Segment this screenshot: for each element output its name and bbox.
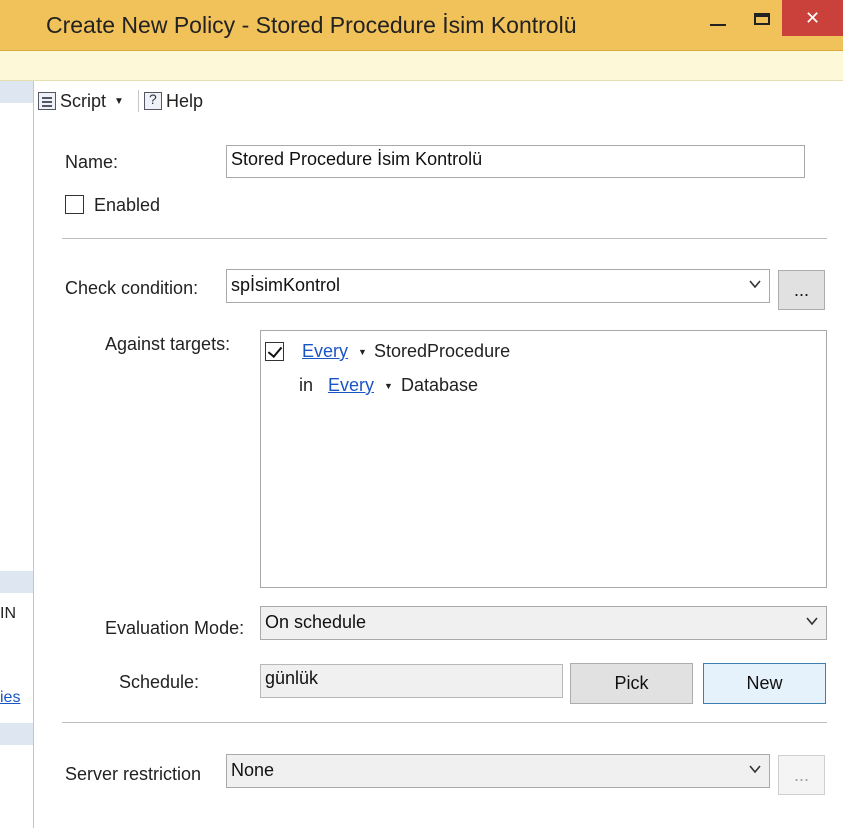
left-pane: IN ies (0, 81, 34, 828)
target-object-1: StoredProcedure (374, 341, 511, 361)
title-bar[interactable]: Create New Policy - Stored Procedure İsi… (0, 0, 843, 51)
chevron-down-icon (806, 615, 818, 627)
divider (62, 238, 827, 239)
left-pane-section-header (0, 571, 33, 593)
help-icon (144, 91, 162, 110)
name-label: Name: (65, 152, 119, 172)
target-checkbox[interactable] (265, 342, 284, 361)
enabled-checkbox[interactable] (65, 195, 84, 214)
server-restriction-browse-button[interactable]: ... (778, 755, 825, 795)
target-object-2: Database (401, 375, 479, 395)
caret-down-icon[interactable]: ▼ (384, 381, 393, 391)
server-restriction-value: None (231, 760, 275, 780)
server-browse-label: ... (793, 764, 809, 785)
script-label: Script (60, 90, 107, 111)
server-restriction-label: Server restriction (65, 764, 202, 784)
target-quantifier-link-1[interactable]: Every (302, 341, 348, 362)
close-icon: ✕ (804, 7, 821, 28)
left-pane-link[interactable]: ies (0, 689, 20, 707)
against-targets-label: Against targets: (105, 334, 231, 354)
schedule-label: Schedule: (119, 672, 200, 692)
chevron-down-icon[interactable]: ▼ (114, 96, 124, 107)
toolbar-separator (138, 90, 139, 112)
target-quantifier-link-2[interactable]: Every (328, 375, 374, 396)
minimize-button[interactable] (700, 0, 736, 36)
script-button[interactable]: Script ▼ (38, 90, 124, 112)
chevron-down-icon (749, 763, 761, 775)
help-button[interactable]: Help (144, 90, 203, 112)
left-pane-text: IN (0, 605, 16, 622)
script-icon (38, 92, 56, 110)
browse-label: ... (793, 279, 809, 300)
help-label: Help (166, 90, 204, 111)
enabled-label: Enabled (94, 195, 161, 215)
maximize-button[interactable] (744, 0, 780, 36)
close-button[interactable]: ✕ (782, 0, 843, 36)
check-condition-browse-button[interactable]: ... (778, 270, 825, 310)
divider (62, 722, 827, 723)
pick-button[interactable]: Pick (570, 663, 693, 704)
evaluation-mode-value: On schedule (265, 612, 367, 632)
minimize-icon (710, 24, 726, 26)
left-pane-section-header-2 (0, 723, 33, 745)
caret-down-icon[interactable]: ▼ (358, 347, 367, 357)
check-condition-label: Check condition: (65, 278, 199, 298)
name-input[interactable]: Stored Procedure İsim Kontrolü (226, 145, 805, 178)
schedule-input[interactable]: günlük (260, 664, 563, 698)
new-button[interactable]: New (703, 663, 826, 704)
targets-box: Every ▼ StoredProcedure in Every ▼ Datab… (260, 330, 827, 588)
window-title: Create New Policy - Stored Procedure İsi… (46, 12, 577, 38)
evaluation-mode-label: Evaluation Mode: (105, 618, 245, 638)
left-pane-header (0, 81, 33, 103)
check-condition-value: spİsimKontrol (231, 275, 341, 295)
pick-label: Pick (614, 673, 649, 693)
server-restriction-select[interactable]: None (226, 754, 770, 788)
evaluation-mode-select[interactable]: On schedule (260, 606, 827, 640)
check-condition-select[interactable]: spİsimKontrol (226, 269, 770, 303)
new-label: New (746, 673, 783, 693)
maximize-icon (754, 13, 770, 25)
target-prefix: in (299, 375, 314, 395)
chevron-down-icon (749, 278, 761, 290)
info-bar (0, 51, 843, 81)
